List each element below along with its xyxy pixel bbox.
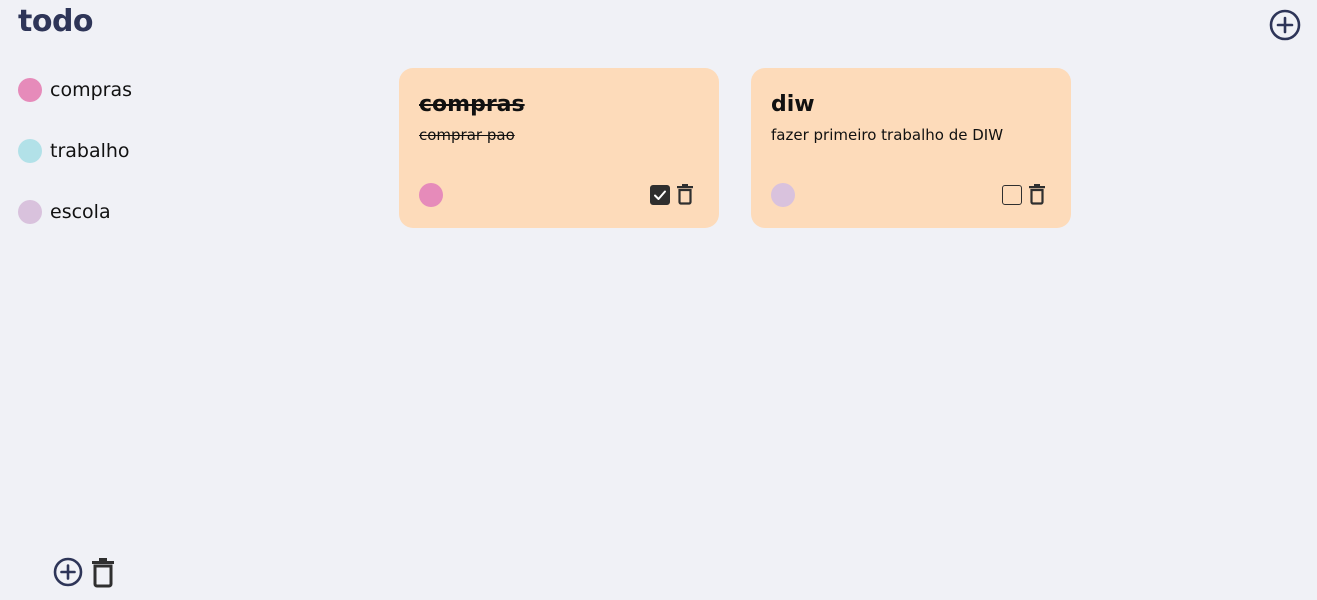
note-card[interactable]: compras comprar pao — [399, 68, 719, 228]
delete-note-button[interactable] — [1028, 183, 1046, 209]
plus-circle-icon — [53, 557, 83, 587]
note-card[interactable]: diw fazer primeiro trabalho de DIW — [751, 68, 1071, 228]
note-category-dot — [419, 183, 443, 207]
trash-icon — [1029, 184, 1045, 205]
delete-note-button[interactable] — [676, 183, 694, 209]
add-note-button[interactable] — [1268, 8, 1302, 42]
category-color-dot — [18, 200, 42, 224]
sidebar-item-label: trabalho — [50, 140, 130, 162]
note-title: compras — [419, 92, 525, 117]
sidebar-item-label: compras — [50, 79, 132, 101]
check-icon — [654, 190, 666, 200]
sidebar-footer — [52, 556, 116, 592]
sidebar-item-compras[interactable]: compras — [18, 78, 132, 102]
note-text: fazer primeiro trabalho de DIW — [771, 126, 1004, 144]
plus-circle-icon — [1269, 9, 1301, 41]
app-title: todo — [18, 4, 94, 39]
note-title: diw — [771, 92, 815, 117]
sidebar-item-escola[interactable]: escola — [18, 200, 111, 224]
note-text: comprar pao — [419, 126, 515, 144]
trash-icon — [677, 184, 693, 205]
sidebar-item-trabalho[interactable]: trabalho — [18, 139, 130, 163]
note-done-checkbox[interactable] — [1002, 185, 1022, 205]
add-category-button[interactable] — [52, 556, 84, 592]
trash-icon — [92, 558, 114, 588]
note-category-dot — [771, 183, 795, 207]
sidebar-item-label: escola — [50, 201, 111, 223]
note-done-checkbox[interactable] — [650, 185, 670, 205]
delete-category-button[interactable] — [90, 556, 116, 592]
category-color-dot — [18, 139, 42, 163]
category-color-dot — [18, 78, 42, 102]
